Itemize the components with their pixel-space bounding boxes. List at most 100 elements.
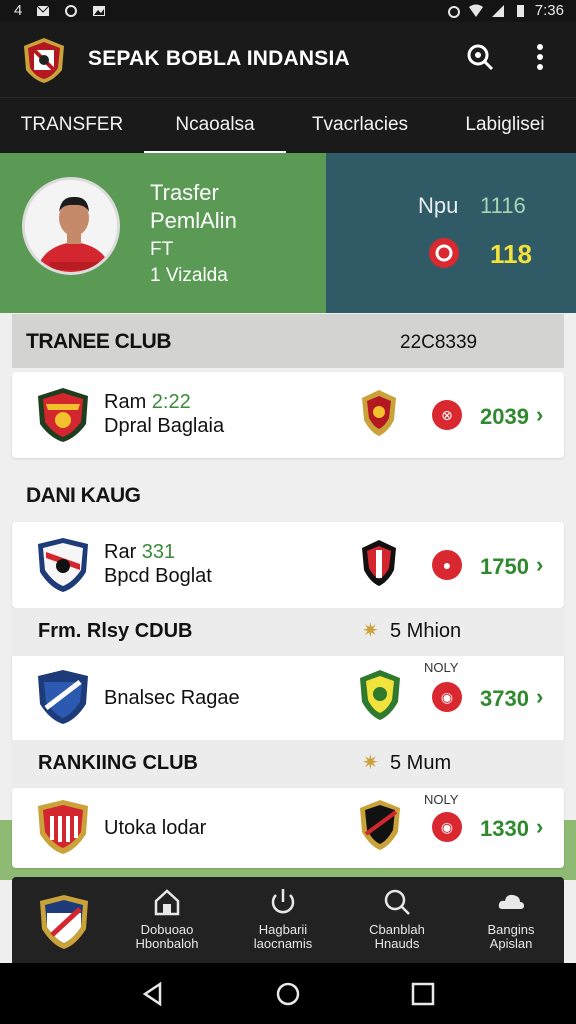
subheader-label: Frm. Rlsy CDUB: [38, 620, 193, 642]
recents-icon[interactable]: [410, 981, 436, 1007]
mail-icon: [36, 5, 50, 16]
stat-badge-icon: ⊗: [432, 400, 462, 430]
tab-transfer[interactable]: TRANSFER: [0, 98, 144, 154]
hero-stat-value: 1116: [480, 193, 526, 218]
system-navigation-bar: [0, 963, 576, 1024]
home-circle-icon[interactable]: [275, 981, 301, 1007]
search-icon[interactable]: [464, 41, 496, 73]
list-subheader: RANKIING CLUB ✷ 5 Mum: [12, 740, 564, 788]
club-score: 2:22: [151, 391, 191, 413]
cloud-icon: [498, 894, 524, 909]
club-name: Utoka lodar: [104, 817, 207, 839]
nav-item-search[interactable]: Cbanblah Hnauds: [342, 887, 452, 951]
app-logo-crest: [24, 38, 64, 83]
row-tag: NOLY: [424, 792, 459, 807]
hero-stat-label: Npu: [418, 193, 459, 218]
bottom-navigation: Dobuoao Hbonbaloh Hagbarii laocnamis Cba…: [12, 877, 564, 963]
hero-right-panel: [326, 153, 576, 313]
club-value: 3730: [480, 686, 529, 711]
chevron-right-icon[interactable]: ›: [536, 402, 543, 428]
club-score: 331: [141, 541, 176, 563]
status-bar: 4 7:36: [0, 0, 576, 22]
club-subtitle: Bpcd Boglat: [104, 565, 212, 587]
trophy-icon: ✷: [362, 752, 379, 774]
more-vert-icon[interactable]: [528, 42, 552, 72]
home-icon: [154, 889, 180, 916]
club-crest: [38, 388, 88, 442]
tab-tvacrlacies[interactable]: Tvacrlacies: [286, 98, 434, 154]
club-row[interactable]: Rar 331 Bpcd Boglat ● 1750 ›: [12, 522, 564, 608]
search-icon: [384, 889, 410, 915]
battery-icon: [516, 4, 524, 17]
club-value: 1330: [480, 816, 529, 841]
subheader-right: 5 Mum: [390, 752, 452, 774]
opponent-crest: [360, 670, 400, 720]
club-crest: [38, 538, 88, 592]
tab-bar: TRANSFER Ncaoalsa Tvacrlacies Labiglisei: [0, 97, 576, 154]
image-icon: [93, 5, 106, 16]
signal-icon: [491, 4, 504, 17]
wifi-icon: [468, 4, 483, 17]
club-name: Bnalsec Ragae: [104, 687, 240, 709]
nav-label-line1: Hagbarii: [258, 922, 308, 937]
club-row[interactable]: Utoka lodar NOLY ◉ 1330 ›: [12, 788, 564, 868]
hero-sub-line2: 1 Vizalda: [150, 265, 228, 286]
list-subheader: Frm. Rlsy CDUB ✷ 5 Mhion: [12, 608, 564, 656]
opponent-crest: [362, 540, 396, 586]
row-tag: NOLY: [424, 660, 459, 675]
nav-item-home[interactable]: Dobuoao Hbonbaloh: [112, 887, 222, 951]
sync-icon: [65, 4, 78, 17]
trophy-icon: ✷: [362, 620, 379, 642]
club-row[interactable]: Bnalsec Ragae NOLY ◉ 3730 ›: [12, 656, 564, 740]
club-value: 2039: [480, 404, 529, 429]
club-name: Ram: [104, 391, 147, 413]
fire-icon: [429, 238, 459, 268]
opponent-crest: [360, 800, 400, 850]
hero-stat-highlight: 118: [490, 239, 532, 269]
nav-label-line1: Bangins: [487, 922, 535, 937]
back-icon[interactable]: [140, 981, 166, 1007]
hero-sub-line1: FT: [150, 239, 174, 260]
nav-label-line2: Hbonbaloh: [135, 936, 199, 951]
club-name: Rar: [104, 541, 137, 563]
row-title: Rar 331: [104, 540, 175, 564]
nav-label-line1: Dobuoao: [140, 922, 194, 937]
nav-label-line2: laocnamis: [253, 936, 313, 951]
subheader-right: 5 Mhion: [390, 620, 462, 642]
transfer-hero[interactable]: Trasfer PemlAlin FT 1 Vizalda Npu 1116 1…: [0, 153, 576, 313]
hero-title: Trasfer PemlAlin: [150, 179, 237, 235]
tab-labiglisei[interactable]: Labiglisei: [434, 98, 576, 154]
opponent-crest: [362, 390, 396, 436]
status-left-text: 4: [14, 2, 23, 19]
nav-item-power[interactable]: Hagbarii laocnamis: [228, 887, 338, 951]
chevron-right-icon[interactable]: ›: [536, 552, 543, 578]
chevron-right-icon[interactable]: ›: [536, 684, 543, 710]
section-header-tranee-club: TRANEE CLUB 22C8339: [12, 314, 564, 368]
nav-label-line2: Hnauds: [374, 936, 420, 951]
row-title: Ram 2:22: [104, 390, 191, 414]
subheader-label: RANKIING CLUB: [38, 752, 198, 774]
stat-badge-icon: ◉: [432, 812, 462, 842]
hero-title-line2: PemlAlin: [150, 208, 237, 233]
tab-ncaoalsa[interactable]: Ncaoalsa: [144, 98, 286, 154]
club-crest: [38, 800, 88, 854]
nav-label-line1: Cbanblah: [369, 922, 425, 937]
status-time: 7:36: [534, 2, 564, 19]
chevron-right-icon[interactable]: ›: [536, 814, 543, 840]
nav-label-line2: Apislan: [489, 936, 533, 951]
app-bar: SEPAK BOBLA INDANSIA: [0, 22, 576, 97]
alarm-icon: [447, 5, 460, 18]
section-title-dani-kaug: DANI KAUG: [26, 484, 141, 507]
team-crest-icon[interactable]: [38, 893, 90, 951]
stat-badge-icon: ●: [432, 550, 462, 580]
section-title: TRANEE CLUB: [26, 330, 172, 353]
club-subtitle: Dpral Baglaia: [104, 415, 225, 437]
hero-title-line1: Trasfer: [150, 180, 219, 205]
club-row[interactable]: Ram 2:22 Dpral Baglaia ⊗ 2039 ›: [12, 372, 564, 458]
hero-subtitle: FT 1 Vizalda: [150, 237, 228, 289]
power-icon: [271, 889, 295, 914]
section-value: 22C8339: [400, 332, 478, 353]
club-crest: [38, 670, 88, 724]
nav-item-cloud[interactable]: Bangins Apislan: [456, 887, 566, 951]
club-value: 1750: [480, 554, 529, 579]
